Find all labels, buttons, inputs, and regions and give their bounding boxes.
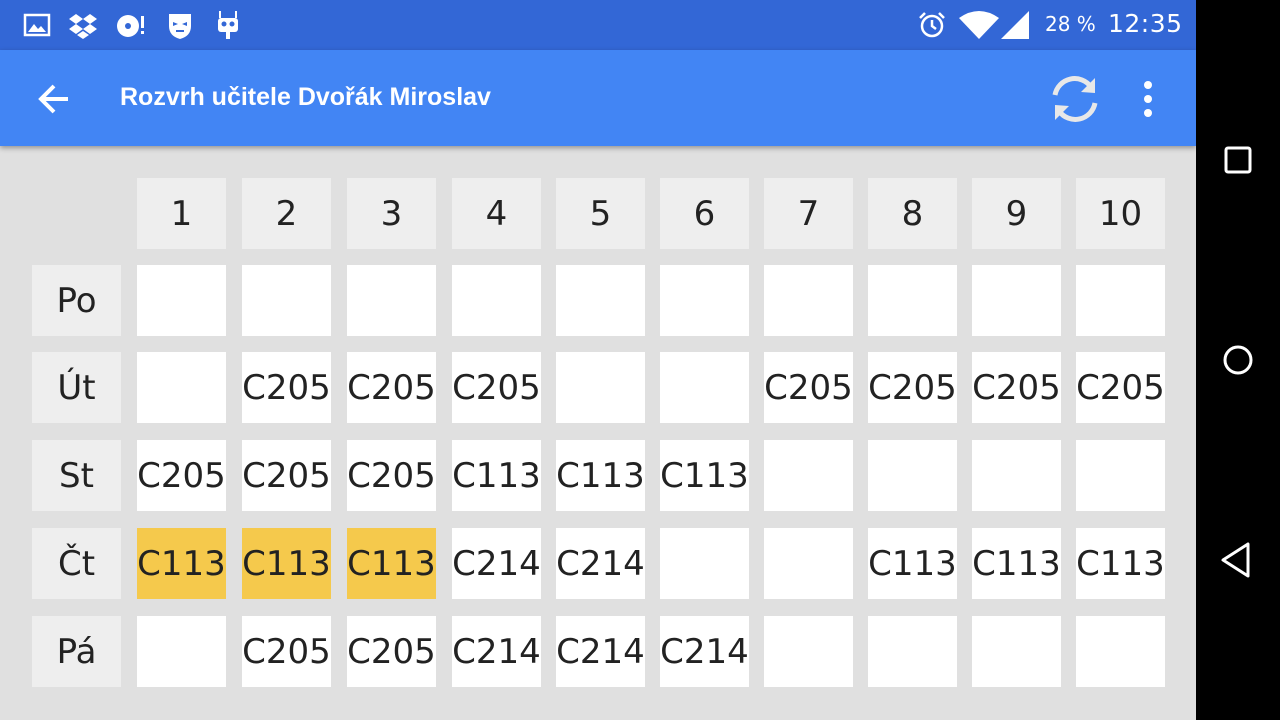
timetable-cell[interactable]: C113 <box>868 528 957 599</box>
timetable-cell[interactable] <box>660 528 749 599</box>
timetable-cell[interactable] <box>764 265 853 336</box>
timetable-cell[interactable] <box>764 616 853 687</box>
wifi-icon <box>959 11 999 39</box>
period-header: 7 <box>764 178 853 249</box>
signal-icon <box>1001 11 1029 39</box>
timetable-cell[interactable] <box>137 352 226 423</box>
timetable-grid: 1 2 3 4 5 6 7 8 9 10 Po Út C205 C205 C205 C205 C205 C205 C… <box>0 146 1196 720</box>
app-bar: Rozvrh učitele Dvořák Miroslav <box>0 50 1196 146</box>
back-arrow-icon[interactable] <box>30 74 80 124</box>
timetable-cell[interactable] <box>660 352 749 423</box>
shield-face-icon <box>169 14 191 39</box>
timetable-cell[interactable]: C113 <box>1076 528 1165 599</box>
timetable-cell[interactable] <box>556 352 645 423</box>
home-circle-icon[interactable] <box>1214 336 1262 384</box>
disc-alert-icon <box>117 15 144 37</box>
timetable-cell[interactable] <box>868 616 957 687</box>
alarm-icon <box>919 12 945 38</box>
back-triangle-icon[interactable] <box>1214 536 1262 584</box>
timetable-cell[interactable]: C214 <box>452 528 541 599</box>
period-header: 4 <box>452 178 541 249</box>
day-label: Pá <box>32 616 121 687</box>
timetable-cell[interactable] <box>1076 616 1165 687</box>
timetable-cell[interactable]: C113 <box>556 440 645 511</box>
clock: 12:35 <box>1108 9 1183 38</box>
image-icon <box>23 13 51 37</box>
timetable-cell[interactable] <box>1076 265 1165 336</box>
timetable-cell[interactable]: C113 <box>972 528 1061 599</box>
timetable-cell[interactable] <box>452 265 541 336</box>
timetable-cell[interactable]: C205 <box>972 352 1061 423</box>
battery-percentage: 28 % <box>1045 12 1096 36</box>
day-label: Út <box>32 352 121 423</box>
timetable-cell[interactable] <box>660 265 749 336</box>
period-header: 5 <box>556 178 645 249</box>
timetable-cell[interactable]: C205 <box>242 440 331 511</box>
timetable-cell[interactable] <box>972 616 1061 687</box>
timetable-cell[interactable]: C113 <box>660 440 749 511</box>
timetable-cell[interactable]: C205 <box>1076 352 1165 423</box>
timetable-cell[interactable]: C113 <box>347 528 436 599</box>
timetable-cell[interactable] <box>556 265 645 336</box>
timetable-cell[interactable]: C214 <box>452 616 541 687</box>
timetable-cell[interactable]: C205 <box>452 352 541 423</box>
timetable-cell[interactable]: C214 <box>556 616 645 687</box>
timetable-cell[interactable]: C113 <box>242 528 331 599</box>
refresh-icon[interactable] <box>1046 72 1104 126</box>
timetable-cell[interactable] <box>137 616 226 687</box>
period-header: 1 <box>137 178 226 249</box>
timetable-cell[interactable]: C205 <box>347 352 436 423</box>
period-header: 2 <box>242 178 331 249</box>
period-header: 10 <box>1076 178 1165 249</box>
page-title: Rozvrh učitele Dvořák Miroslav <box>120 83 491 111</box>
period-header: 9 <box>972 178 1061 249</box>
android-robot-icon <box>218 11 238 39</box>
timetable-cell[interactable] <box>868 265 957 336</box>
timetable-cell[interactable] <box>764 440 853 511</box>
timetable-cell[interactable]: C205 <box>242 352 331 423</box>
timetable-cell[interactable] <box>242 265 331 336</box>
timetable-cell[interactable]: C214 <box>556 528 645 599</box>
timetable-cell[interactable]: C113 <box>452 440 541 511</box>
timetable-cell[interactable]: C205 <box>868 352 957 423</box>
timetable-cell[interactable]: C205 <box>764 352 853 423</box>
more-vert-icon[interactable] <box>1128 75 1168 123</box>
timetable-cell[interactable]: C205 <box>242 616 331 687</box>
timetable-cell[interactable]: C205 <box>137 440 226 511</box>
timetable-cell[interactable]: C205 <box>347 616 436 687</box>
timetable-cell[interactable] <box>137 265 226 336</box>
timetable-cell[interactable] <box>972 440 1061 511</box>
timetable-cell[interactable] <box>972 265 1061 336</box>
day-label: St <box>32 440 121 511</box>
dropbox-icon <box>69 14 97 39</box>
timetable-cell[interactable] <box>764 528 853 599</box>
recents-square-icon[interactable] <box>1214 136 1262 184</box>
status-bar: 28 % 12:35 <box>0 0 1196 50</box>
period-header: 3 <box>347 178 436 249</box>
period-header: 6 <box>660 178 749 249</box>
day-label: Čt <box>32 528 121 599</box>
timetable-cell[interactable]: C214 <box>660 616 749 687</box>
timetable-cell[interactable] <box>347 265 436 336</box>
timetable-cell[interactable] <box>868 440 957 511</box>
navigation-bar <box>1196 0 1280 720</box>
day-label: Po <box>32 265 121 336</box>
timetable-cell[interactable] <box>1076 440 1165 511</box>
timetable-cell[interactable]: C113 <box>137 528 226 599</box>
timetable-cell[interactable]: C205 <box>347 440 436 511</box>
period-header: 8 <box>868 178 957 249</box>
